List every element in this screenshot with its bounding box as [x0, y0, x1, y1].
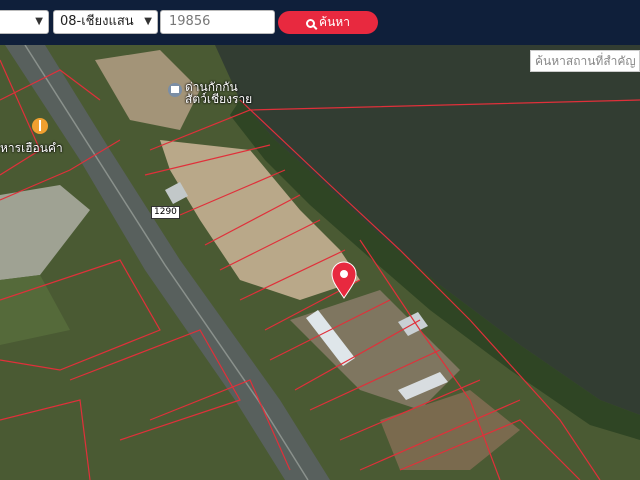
search-toolbar: ▼ 08-เชียงแสน ▼ 19856 ค้นหา — [0, 0, 640, 45]
poi-label-livestock: สัตว์เชียงราย — [185, 92, 253, 106]
province-select[interactable]: ▼ — [0, 10, 49, 34]
chevron-down-icon: ▼ — [144, 16, 152, 27]
parcel-number-input[interactable]: 19856 — [160, 10, 275, 34]
chevron-down-icon: ▼ — [35, 16, 43, 27]
district-select-value: 08-เชียงแสน — [60, 14, 134, 29]
search-button[interactable]: ค้นหา — [278, 11, 378, 34]
satellite-map[interactable] — [0, 0, 640, 480]
search-button-label: ค้นหา — [319, 15, 350, 29]
road-number-badge: 1290 — [151, 206, 180, 219]
poi-label-restaurant: หารเฮือนคำ — [0, 141, 63, 155]
district-select[interactable]: 08-เชียงแสน ▼ — [53, 10, 158, 34]
search-icon — [306, 19, 316, 28]
place-search-input[interactable]: ค้นหาสถานที่สำคัญ — [530, 50, 640, 72]
